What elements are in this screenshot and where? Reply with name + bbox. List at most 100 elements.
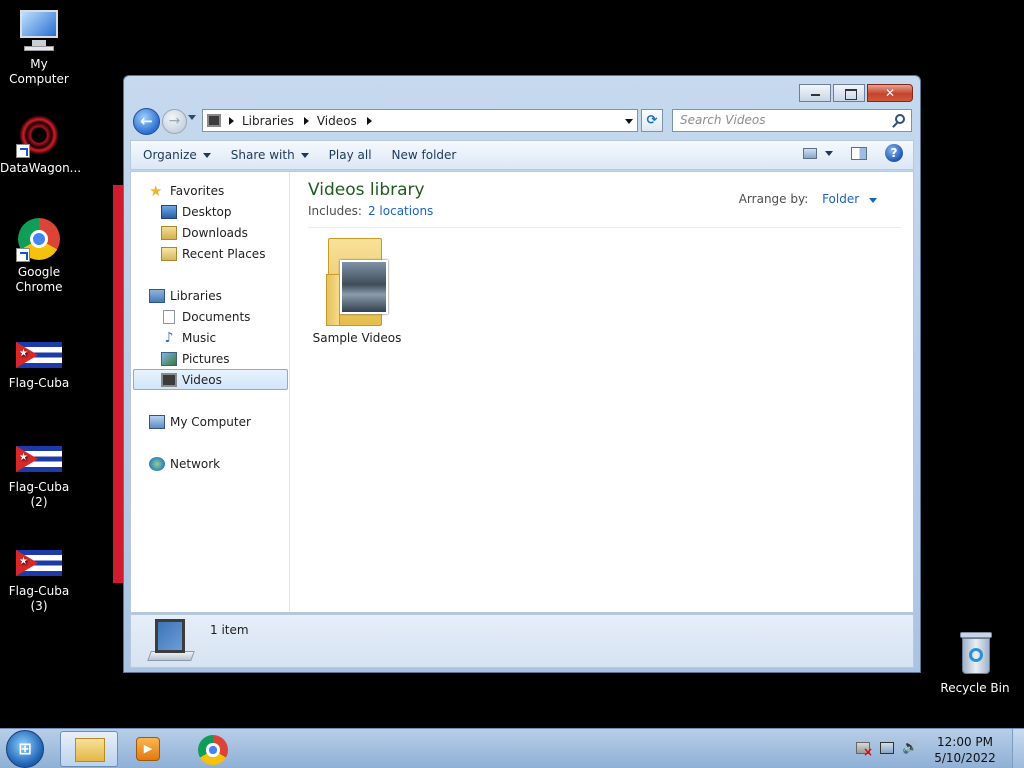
- start-button[interactable]: ⊞: [6, 730, 44, 768]
- help-button[interactable]: ?: [885, 144, 903, 162]
- nav-downloads[interactable]: Downloads: [131, 222, 289, 243]
- desktop-icon-label: My Computer: [9, 57, 69, 86]
- forward-button[interactable]: →: [162, 109, 187, 134]
- flag-cuba-icon: [16, 342, 62, 368]
- toolbar-right: ?: [803, 144, 909, 162]
- flag-cuba-icon: [16, 550, 62, 576]
- explorer-window: ✕ ← → Libraries Videos ⟳ Search Videos O…: [123, 75, 921, 673]
- breadcrumb-separator-icon[interactable]: [366, 116, 372, 125]
- desktop-icon-datawagon[interactable]: DataWagon...: [0, 112, 82, 176]
- datawagon-icon: [16, 112, 62, 158]
- preview-pane-icon[interactable]: [851, 146, 867, 160]
- desktop-icon-flag-cuba[interactable]: Flag-Cuba: [0, 330, 78, 391]
- nav-my-computer[interactable]: My Computer: [131, 411, 289, 432]
- chrome-icon: [16, 216, 62, 262]
- includes-label: Includes:: [308, 204, 362, 218]
- documents-icon: [163, 309, 175, 324]
- organize-label: Organize: [143, 148, 197, 162]
- navigation-bar: ← → Libraries Videos ⟳ Search Videos: [130, 106, 914, 136]
- nav-label: Documents: [182, 309, 251, 324]
- taskbar-media-player-button[interactable]: ▶: [120, 731, 178, 767]
- chevron-down-icon: [869, 198, 877, 203]
- nav-label: My Computer: [170, 414, 251, 429]
- refresh-button[interactable]: ⟳: [641, 109, 663, 132]
- taskbar: ⊞ ▶ 🔊 12:00 PM 5/10/2022: [0, 728, 1024, 768]
- address-history-dropdown[interactable]: [625, 119, 633, 124]
- details-pane: 1 item: [130, 614, 914, 668]
- nav-music[interactable]: ♪ Music: [131, 327, 289, 348]
- breadcrumb-separator-icon[interactable]: [229, 116, 234, 125]
- nav-label: Music: [182, 330, 217, 345]
- explorer-icon: [75, 738, 105, 762]
- desktop-icon-my-computer[interactable]: My Computer: [0, 8, 78, 87]
- back-button[interactable]: ←: [133, 108, 160, 135]
- taskbar-chrome-button[interactable]: [182, 731, 240, 767]
- shortcut-arrow-icon: [16, 144, 30, 158]
- search-placeholder: Search Videos: [680, 113, 766, 127]
- star-icon: ★: [149, 181, 163, 200]
- background-window-edge: [113, 185, 123, 583]
- show-desktop-button[interactable]: [1012, 729, 1024, 768]
- network-status-icon[interactable]: [880, 742, 894, 754]
- chevron-down-icon: [300, 152, 309, 158]
- volume-icon[interactable]: 🔊: [902, 741, 918, 754]
- desktop-icon-recycle-bin[interactable]: Recycle Bin: [936, 630, 1014, 696]
- nav-label: Recent Places: [182, 246, 266, 261]
- nav-libraries[interactable]: Libraries: [131, 285, 289, 306]
- recent-places-icon: [161, 246, 177, 261]
- desktop-icon-flag-cuba-3[interactable]: Flag-Cuba (3): [0, 538, 78, 614]
- locations-link[interactable]: 2 locations: [368, 204, 433, 218]
- action-center-flag-icon[interactable]: [856, 742, 873, 759]
- file-item-sample-videos[interactable]: Sample Videos: [311, 234, 403, 345]
- downloads-icon: [161, 225, 177, 240]
- nav-label: Favorites: [170, 183, 225, 198]
- organize-button[interactable]: Organize: [143, 148, 211, 162]
- nav-network[interactable]: Network: [131, 453, 289, 474]
- arrange-by: Arrange by: Folder: [739, 192, 877, 206]
- chrome-icon: [198, 735, 228, 765]
- nav-label: Downloads: [182, 225, 248, 240]
- library-includes: Includes: 2 locations: [308, 204, 433, 218]
- nav-documents[interactable]: Documents: [131, 306, 289, 327]
- clock[interactable]: 12:00 PM 5/10/2022: [930, 734, 1000, 766]
- nav-pictures[interactable]: Pictures: [131, 348, 289, 369]
- search-input[interactable]: Search Videos: [672, 109, 912, 132]
- desktop-icon-label: DataWagon...: [0, 161, 82, 175]
- nav-label: Libraries: [170, 288, 222, 303]
- desktop-icon-label: Google Chrome: [15, 265, 63, 294]
- library-title: Videos library: [308, 180, 425, 200]
- share-with-button[interactable]: Share with: [231, 148, 309, 162]
- computer-icon: [16, 8, 62, 54]
- play-all-button[interactable]: Play all: [329, 148, 372, 162]
- recent-pages-dropdown[interactable]: [188, 115, 196, 120]
- desktop-icon-google-chrome[interactable]: Google Chrome: [0, 216, 78, 295]
- nav-recent-places[interactable]: Recent Places: [131, 243, 289, 264]
- desktop-icon-flag-cuba-2[interactable]: Flag-Cuba (2): [0, 434, 78, 510]
- arrange-by-label: Arrange by:: [738, 192, 809, 206]
- taskbar-explorer-button[interactable]: [60, 731, 118, 767]
- arrange-by-dropdown[interactable]: Folder: [822, 192, 877, 206]
- shortcut-arrow-icon: [16, 248, 30, 262]
- breadcrumb-separator-icon[interactable]: [303, 116, 309, 125]
- maximize-button[interactable]: [833, 84, 865, 102]
- media-player-icon: ▶: [136, 737, 160, 761]
- nav-favorites[interactable]: ★ Favorites: [131, 180, 289, 201]
- share-with-label: Share with: [230, 148, 295, 162]
- change-view-icon[interactable]: [803, 147, 817, 159]
- arrange-by-value: Folder: [822, 192, 860, 206]
- file-item-label: Sample Videos: [312, 331, 402, 345]
- breadcrumb-libraries[interactable]: Libraries: [242, 114, 294, 128]
- search-icon[interactable]: [895, 114, 905, 124]
- nav-desktop[interactable]: Desktop: [131, 201, 289, 222]
- navigation-pane: ★ Favorites Desktop Downloads Recent Pla…: [131, 172, 290, 612]
- breadcrumb-videos[interactable]: Videos: [317, 114, 357, 128]
- desktop-icon-label: Flag-Cuba (2): [8, 480, 70, 509]
- nav-videos[interactable]: Videos: [133, 369, 288, 390]
- view-options-chevron-icon[interactable]: [825, 150, 833, 156]
- chevron-down-icon: [202, 152, 211, 158]
- address-bar[interactable]: Libraries Videos: [202, 109, 638, 132]
- close-button[interactable]: ✕: [867, 84, 913, 102]
- new-folder-button[interactable]: New folder: [392, 148, 457, 162]
- minimize-button[interactable]: [799, 84, 831, 102]
- header-divider: [308, 227, 901, 228]
